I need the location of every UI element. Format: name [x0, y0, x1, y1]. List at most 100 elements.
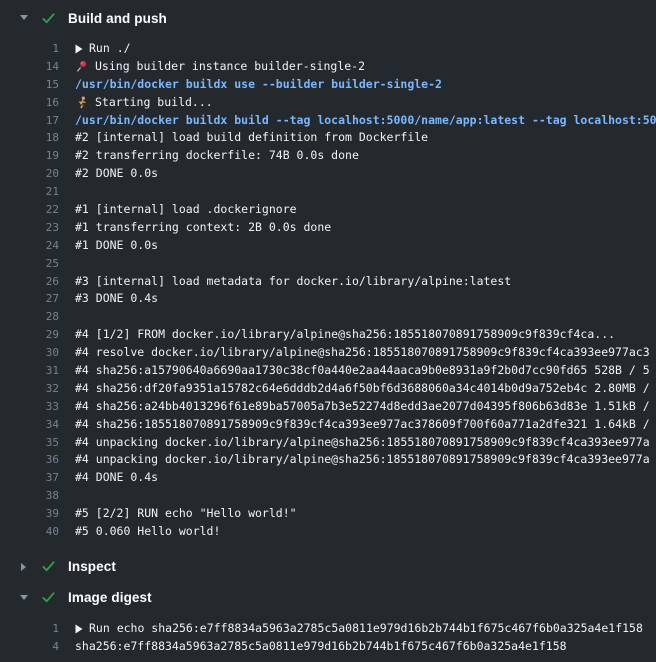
log-line: 23 #1 transferring context: 2B 0.0s done	[0, 219, 656, 237]
status-success-icon	[41, 591, 55, 605]
line-number[interactable]: 17	[0, 112, 59, 130]
log-text: #4 unpacking docker.io/library/alpine@sh…	[75, 434, 650, 452]
log-line: 37 #4 DONE 0.4s	[0, 469, 656, 487]
caret-down-icon[interactable]	[19, 14, 29, 22]
log-text-value: /usr/bin/docker buildx use --builder bui…	[75, 76, 442, 94]
log-text-value: Using builder instance builder-single-2	[95, 58, 365, 76]
line-number[interactable]: 35	[0, 434, 59, 452]
log-text: #2 DONE 0.0s	[75, 165, 158, 183]
line-number[interactable]: 26	[0, 273, 59, 291]
line-number[interactable]: 27	[0, 290, 59, 308]
log-line: 22 #1 [internal] load .dockerignore	[0, 201, 656, 219]
step-toggle-inspect[interactable]	[19, 562, 29, 572]
log-text: Using builder instance builder-single-2	[75, 58, 365, 76]
log-text-value: #4 DONE 0.4s	[75, 469, 158, 487]
step-label: Inspect	[68, 559, 116, 574]
line-number[interactable]: 37	[0, 469, 59, 487]
line-number[interactable]: 23	[0, 219, 59, 237]
line-number[interactable]: 4	[0, 638, 59, 656]
log-text-value: Run ./	[89, 40, 131, 58]
log-text-value: #1 transferring context: 2B 0.0s done	[75, 219, 331, 237]
step-log-body-image-digest: 1 Run echo sha256:e7ff8834a5963a2785c5a08…	[0, 612, 656, 662]
log-text: sha256:e7ff8834a5963a2785c5a0811e979d16b…	[75, 638, 567, 656]
pushpin-emoji	[75, 60, 88, 73]
run-group-line[interactable]: Run echo sha256:e7ff8834a5963a2785c5a081…	[75, 620, 643, 638]
log-text-value: #1 [internal] load .dockerignore	[75, 201, 297, 219]
log-line: 19 #2 transferring dockerfile: 74B 0.0s d…	[0, 147, 656, 165]
log-text: #1 [internal] load .dockerignore	[75, 201, 297, 219]
log-text-value: #5 0.060 Hello world!	[75, 523, 220, 541]
log-line: 32 #4 sha256:df20fa9351a15782c64e6dddb2d4…	[0, 380, 656, 398]
run-group-line[interactable]: Run ./	[75, 40, 131, 58]
line-number[interactable]: 34	[0, 416, 59, 434]
line-number[interactable]: 24	[0, 237, 59, 255]
log-line: 33 #4 sha256:a24bb4013296f61e89ba57005a7b…	[0, 398, 656, 416]
caret-right-icon[interactable]	[20, 562, 28, 572]
log-line: 25	[0, 255, 656, 273]
workflow-log-viewer: Build and push1Run ./14Using builder ins…	[0, 0, 656, 662]
log-line: 31 #4 sha256:a15790640a6690aa1730c38cf0a4…	[0, 362, 656, 380]
log-text-value: #4 unpacking docker.io/library/alpine@sh…	[75, 434, 650, 452]
line-number[interactable]: 18	[0, 129, 59, 147]
step-header-inspect[interactable]: Inspect	[0, 553, 656, 581]
log-text: #4 sha256:df20fa9351a15782c64e6dddb2d4a6…	[75, 380, 650, 398]
line-number[interactable]: 1	[0, 620, 59, 638]
run-expand-play-icon[interactable]	[75, 624, 83, 634]
runner-emoji	[75, 96, 88, 109]
line-number[interactable]: 29	[0, 326, 59, 344]
step-toggle-build-and-push[interactable]	[19, 13, 29, 23]
log-line: 27 #3 DONE 0.4s	[0, 290, 656, 308]
log-text: #4 [1/2] FROM docker.io/library/alpine@s…	[75, 326, 615, 344]
log-text-value: /usr/bin/docker buildx build --tag local…	[75, 112, 656, 130]
step-label: Build and push	[68, 11, 167, 26]
log-text: #4 resolve docker.io/library/alpine@sha2…	[75, 344, 650, 362]
line-number[interactable]: 19	[0, 147, 59, 165]
line-number[interactable]: 32	[0, 380, 59, 398]
line-number[interactable]: 1	[0, 40, 59, 58]
log-text: #3 DONE 0.4s	[75, 290, 158, 308]
log-text-value: #4 unpacking docker.io/library/alpine@sh…	[75, 451, 650, 469]
command-line: /usr/bin/docker buildx use --builder bui…	[75, 76, 442, 94]
line-number[interactable]: 40	[0, 523, 59, 541]
log-line: 29 #4 [1/2] FROM docker.io/library/alpine…	[0, 326, 656, 344]
log-text-value: #4 sha256:a15790640a6690aa1730c38cf0a440…	[75, 362, 650, 380]
log-text-value: #2 DONE 0.0s	[75, 165, 158, 183]
line-number[interactable]: 15	[0, 76, 59, 94]
line-number[interactable]: 25	[0, 255, 59, 273]
step-header-build-and-push[interactable]: Build and push	[0, 4, 656, 32]
log-text-value: #2 [internal] load build definition from…	[75, 129, 428, 147]
log-line: 17/usr/bin/docker buildx build --tag loc…	[0, 112, 656, 130]
pushpin-emoji	[75, 60, 88, 73]
line-number[interactable]: 22	[0, 201, 59, 219]
run-expand-play-icon[interactable]	[75, 44, 83, 54]
log-line: 26#3 [internal] load metadata for docker…	[0, 273, 656, 291]
log-text: #1 DONE 0.0s	[75, 237, 158, 255]
log-text: #4 DONE 0.4s	[75, 469, 158, 487]
line-number[interactable]: 20	[0, 165, 59, 183]
log-text: #2 [internal] load build definition from…	[75, 129, 428, 147]
line-number[interactable]: 33	[0, 398, 59, 416]
command-line: /usr/bin/docker buildx build --tag local…	[75, 112, 656, 130]
caret-down-icon[interactable]	[19, 594, 29, 602]
log-text-value: #4 sha256:a24bb4013296f61e89ba57005a7b3e…	[75, 398, 650, 416]
check-icon	[41, 559, 56, 574]
log-text: #4 sha256:185518070891758909c9f839cf4ca3…	[75, 416, 650, 434]
line-number[interactable]: 16	[0, 94, 59, 112]
log-text: #2 transferring dockerfile: 74B 0.0s don…	[75, 147, 359, 165]
log-text: #4 sha256:a15790640a6690aa1730c38cf0a440…	[75, 362, 650, 380]
line-number[interactable]: 39	[0, 505, 59, 523]
log-line: 20 #2 DONE 0.0s	[0, 165, 656, 183]
line-number[interactable]: 36	[0, 451, 59, 469]
line-number[interactable]: 14	[0, 58, 59, 76]
line-number[interactable]: 28	[0, 308, 59, 326]
line-number[interactable]: 21	[0, 183, 59, 201]
step-log-body-build-and-push: 1 Run ./ 14 Using builder instance builder-…	[0, 32, 656, 547]
line-number[interactable]: 30	[0, 344, 59, 362]
step-header-image-digest[interactable]: Image digest	[0, 584, 656, 612]
check-icon	[41, 590, 56, 605]
step-toggle-image-digest[interactable]	[19, 593, 29, 603]
line-number[interactable]: 31	[0, 362, 59, 380]
play-icon	[75, 624, 83, 634]
play-icon	[75, 44, 83, 54]
line-number[interactable]: 38	[0, 487, 59, 505]
